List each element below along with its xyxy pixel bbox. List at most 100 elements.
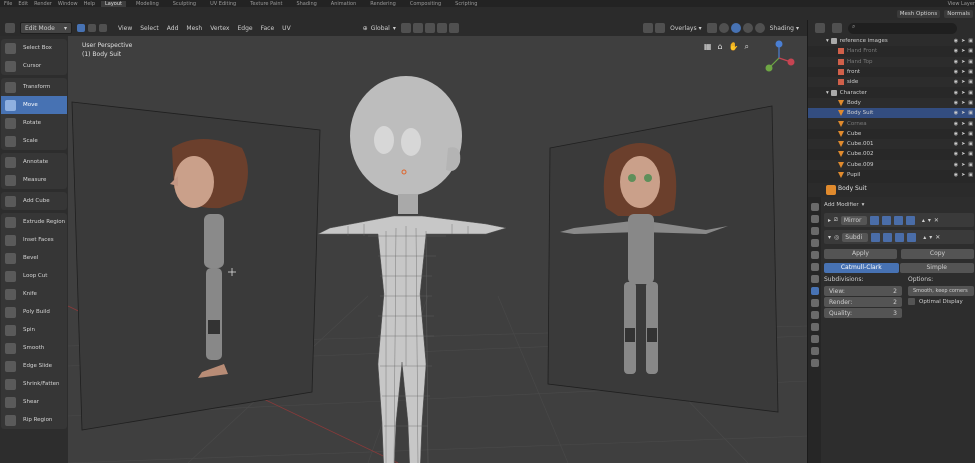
modifier-name-subdivision[interactable]: Subdi: [842, 232, 869, 242]
rendered-shading-icon[interactable]: [754, 23, 765, 33]
tool-rotate[interactable]: Rotate: [1, 114, 67, 132]
move-up-icon[interactable]: ▴: [922, 217, 925, 224]
outliner-row[interactable]: Cube.002 ◉ ➤ ▣: [808, 149, 975, 159]
outliner-row[interactable]: side ◉ ➤ ▣: [808, 77, 975, 88]
properties-tab-scene-icon[interactable]: [810, 251, 819, 259]
workspace-tab-texture-paint[interactable]: Texture Paint: [246, 1, 286, 7]
eye-icon[interactable]: ◉: [954, 59, 958, 65]
menu-file[interactable]: File: [4, 1, 12, 7]
close-icon[interactable]: ✕: [934, 217, 939, 224]
select-arrow-icon[interactable]: ➤: [961, 69, 965, 75]
properties-tab-render-icon[interactable]: [810, 215, 819, 223]
move-down-icon[interactable]: ▾: [928, 217, 931, 224]
workspace-tab-modeling[interactable]: Modeling: [132, 1, 163, 7]
edge-select-icon[interactable]: [88, 24, 96, 32]
tool-extrude-region[interactable]: Extrude Region: [1, 213, 67, 231]
proportional-edit-icon[interactable]: [436, 23, 447, 33]
eye-icon[interactable]: ◉: [954, 162, 958, 168]
select-arrow-icon[interactable]: ➤: [961, 79, 965, 85]
select-arrow-icon[interactable]: ➤: [961, 38, 965, 44]
camera-icon[interactable]: ▣: [968, 100, 973, 106]
properties-tab-data-icon[interactable]: [810, 335, 819, 343]
edit-mode-toggle-icon[interactable]: [869, 215, 879, 225]
uv-smooth-dropdown[interactable]: Smooth, keep corners: [908, 286, 974, 296]
expand-arrow-icon[interactable]: ▾: [826, 38, 829, 44]
select-arrow-icon[interactable]: ➤: [961, 121, 965, 127]
tool-select-box[interactable]: Select Box: [1, 39, 67, 57]
normals-button[interactable]: Normals: [944, 9, 973, 18]
camera-icon[interactable]: ▣: [968, 131, 973, 137]
viewport-menu-face[interactable]: Face: [261, 25, 275, 32]
eye-icon[interactable]: ◉: [954, 79, 958, 85]
eye-icon[interactable]: ◉: [954, 141, 958, 147]
menu-window[interactable]: Window: [58, 1, 78, 7]
workspace-tab-uv-editing[interactable]: UV Editing: [206, 1, 240, 7]
render-toggle-icon[interactable]: [893, 215, 903, 225]
modifier-name-mirror[interactable]: Mirror: [840, 215, 867, 225]
falloff-icon[interactable]: [448, 23, 459, 33]
tool-annotate[interactable]: Annotate: [1, 153, 67, 171]
eye-icon[interactable]: ◉: [954, 110, 958, 116]
eye-icon[interactable]: ◉: [954, 38, 958, 44]
copy-button[interactable]: Copy: [901, 249, 974, 259]
select-arrow-icon[interactable]: ➤: [961, 110, 965, 116]
modifier-mirror[interactable]: ▸ ⧄ Mirror ▴ ▾ ✕: [824, 213, 974, 227]
properties-tab-constraints-icon[interactable]: [810, 323, 819, 331]
snap-target-icon[interactable]: [424, 23, 435, 33]
camera-icon[interactable]: ▣: [968, 90, 973, 96]
workspace-tab-shading[interactable]: Shading: [292, 1, 320, 7]
solid-shading-icon[interactable]: [730, 23, 741, 33]
outliner-row[interactable]: ▾ reference images ◉ ➤ ▣: [808, 36, 975, 47]
tool-knife[interactable]: Knife: [1, 285, 67, 303]
tool-edge-slide[interactable]: Edge Slide: [1, 357, 67, 375]
close-icon[interactable]: ✕: [935, 234, 940, 241]
select-arrow-icon[interactable]: ➤: [961, 48, 965, 54]
workspace-tab-compositing[interactable]: Compositing: [406, 1, 445, 7]
outliner-row[interactable]: Cube ◉ ➤ ▣: [808, 129, 975, 139]
outliner-row[interactable]: front ◉ ➤ ▣: [808, 67, 975, 77]
workspace-tab-sculpting[interactable]: Sculpting: [169, 1, 200, 7]
camera-icon[interactable]: ▣: [968, 121, 973, 127]
workspace-tab-scripting[interactable]: Scripting: [451, 1, 481, 7]
camera-icon[interactable]: ▣: [968, 141, 973, 147]
viewport-menu-vertex[interactable]: Vertex: [210, 25, 229, 32]
zoom-icon[interactable]: ⌕: [745, 42, 749, 52]
menu-help[interactable]: Help: [84, 1, 95, 7]
grid-view-icon[interactable]: ▦: [704, 42, 712, 52]
properties-tab-physics-icon[interactable]: [810, 311, 819, 319]
outliner-row[interactable]: Cube.001 ◉ ➤ ▣: [808, 138, 975, 150]
eye-icon[interactable]: ◉: [954, 48, 958, 54]
wireframe-shading-icon[interactable]: [718, 23, 729, 33]
camera-icon[interactable]: ▣: [968, 69, 973, 75]
eye-icon[interactable]: ◉: [954, 151, 958, 157]
simple-button[interactable]: Simple: [899, 263, 974, 273]
outliner-search[interactable]: ⌕: [848, 22, 957, 34]
eye-icon[interactable]: ◉: [954, 172, 958, 178]
face-select-icon[interactable]: [99, 24, 107, 32]
tool-poly-build[interactable]: Poly Build: [1, 303, 67, 321]
select-arrow-icon[interactable]: ➤: [961, 172, 965, 178]
eye-icon[interactable]: ◉: [954, 100, 958, 106]
tool-bevel[interactable]: Bevel: [1, 249, 67, 267]
gizmo-y-axis[interactable]: [765, 64, 773, 72]
properties-tab-tool-icon[interactable]: [810, 203, 819, 211]
eye-icon[interactable]: ◉: [954, 121, 958, 127]
shading-button[interactable]: Shading ▾: [766, 22, 803, 34]
eye-icon[interactable]: ◉: [954, 90, 958, 96]
cage-toggle-icon[interactable]: [907, 232, 917, 242]
vertex-select-icon[interactable]: [77, 24, 85, 32]
menu-edit[interactable]: Edit: [18, 1, 28, 7]
display-mode-icon[interactable]: [815, 23, 825, 33]
properties-tab-world-icon[interactable]: [810, 263, 819, 271]
render-levels-field[interactable]: Render: 2: [824, 297, 902, 307]
outliner-row[interactable]: Hand Top ◉ ➤ ▣: [808, 56, 975, 67]
camera-icon[interactable]: ▣: [968, 162, 973, 168]
viewport-menu-mesh[interactable]: Mesh: [186, 25, 202, 32]
gizmo-toggle-icon[interactable]: [655, 23, 666, 33]
editor-type-button[interactable]: [0, 22, 20, 34]
visibility-icon[interactable]: [643, 23, 654, 33]
tool-shrink-fatten[interactable]: Shrink/Fatten: [1, 375, 67, 393]
camera-icon[interactable]: ▣: [968, 79, 973, 85]
expand-arrow-icon[interactable]: ▾: [826, 90, 829, 96]
tool-cursor[interactable]: Cursor: [1, 57, 67, 75]
